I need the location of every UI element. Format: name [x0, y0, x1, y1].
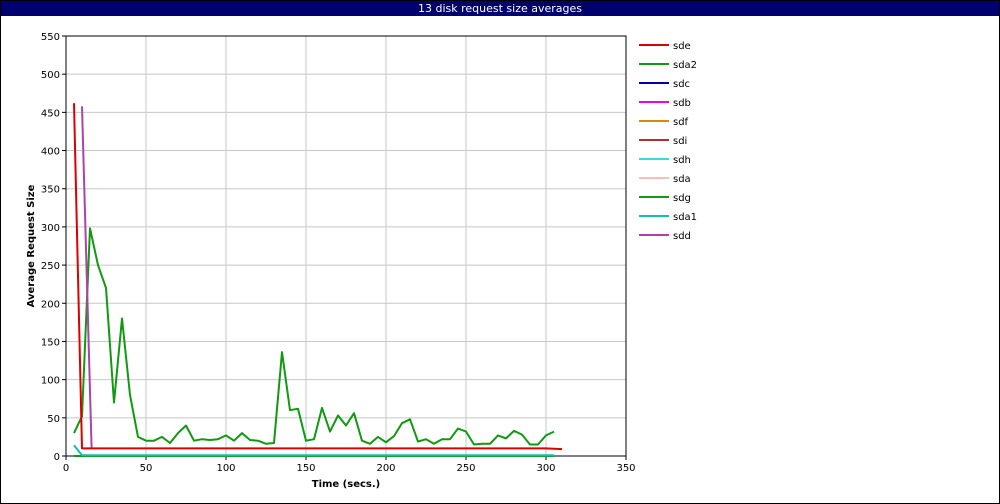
legend-label: sdi: [673, 136, 687, 147]
y-tick-label: 100: [41, 376, 60, 387]
legend-item-sdf: sdf: [639, 117, 689, 128]
legend-label: sda1: [673, 212, 697, 223]
chart-frame: 13 disk request size averages 0 50 100 150 2…: [0, 0, 1000, 504]
x-axis-ticks: 0 50 100 150 200 250 300 350: [63, 456, 636, 474]
legend-label: sda2: [673, 60, 697, 71]
legend-item-sde: sde: [639, 41, 691, 52]
x-tick-label: 300: [536, 463, 555, 474]
y-tick-label: 200: [41, 299, 60, 310]
y-axis-ticks: 0 50 100 150 200 250 300 350 400 450 500 550: [41, 32, 66, 463]
y-tick-label: 350: [41, 185, 60, 196]
y-tick-label: 450: [41, 108, 60, 119]
x-tick-label: 150: [296, 463, 315, 474]
line-chart: 0 50 100 150 200 250 300 350 400 450 500 550 0 50 100…: [26, 32, 697, 490]
legend-item-sda1: sda1: [639, 212, 697, 223]
legend-item-sda: sda: [639, 174, 691, 185]
legend-item-sdi: sdi: [639, 136, 687, 147]
y-tick-label: 550: [41, 32, 60, 43]
legend-label: sdg: [673, 193, 691, 204]
legend-label: sdh: [673, 155, 691, 166]
legend: sde sda2 sdc sdb sdf sdi sdh sda sdg sda1 sdd: [639, 41, 697, 242]
plot-area: [65, 35, 627, 457]
y-axis-label: Average Request Size: [26, 184, 37, 307]
x-tick-label: 200: [376, 463, 395, 474]
x-tick-label: 100: [216, 463, 235, 474]
y-tick-label: 500: [41, 70, 60, 81]
legend-label: sdc: [673, 79, 690, 90]
x-tick-label: 250: [456, 463, 475, 474]
legend-item-sdd: sdd: [639, 231, 691, 242]
y-tick-label: 0: [54, 452, 60, 463]
y-tick-label: 300: [41, 223, 60, 234]
legend-label: sda: [673, 174, 691, 185]
legend-item-sda2: sda2: [639, 60, 697, 71]
legend-item-sdb: sdb: [639, 98, 691, 109]
legend-item-sdh: sdh: [639, 155, 691, 166]
series-line-sde: [73, 103, 563, 451]
x-axis-label: Time (secs.): [312, 479, 381, 490]
legend-label: sdf: [673, 117, 689, 128]
series-lines: [73, 103, 563, 457]
y-tick-label: 50: [47, 414, 60, 425]
y-tick-label: 250: [41, 261, 60, 272]
legend-label: sdd: [673, 231, 691, 242]
y-tick-label: 400: [41, 147, 60, 158]
legend-label: sde: [673, 41, 691, 52]
legend-label: sdb: [673, 98, 691, 109]
grid-lines: [65, 35, 627, 457]
x-tick-label: 50: [140, 463, 153, 474]
legend-item-sdg: sdg: [639, 193, 691, 204]
x-tick-label: 350: [616, 463, 635, 474]
y-tick-label: 150: [41, 337, 60, 348]
x-tick-label: 0: [63, 463, 69, 474]
legend-item-sdc: sdc: [639, 79, 690, 90]
